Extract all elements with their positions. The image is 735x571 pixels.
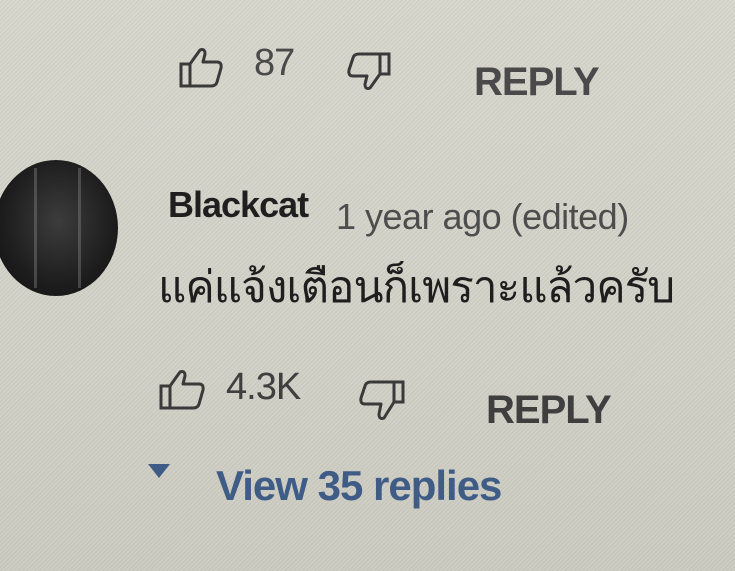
view-replies-toggle[interactable]: View 35 replies	[142, 456, 562, 536]
comment-author[interactable]: Blackcat	[168, 184, 309, 226]
avatar[interactable]	[0, 160, 118, 296]
caret-down-icon	[146, 462, 172, 480]
thumbs-up-icon[interactable]	[158, 368, 208, 410]
reply-button[interactable]: REPLY	[474, 60, 600, 105]
thumbs-down-icon[interactable]	[358, 378, 406, 422]
thumbs-down-icon[interactable]	[346, 50, 392, 92]
comment-text: แค่แจ้งเตือนก็เพราะแล้วครับ	[158, 262, 675, 313]
view-replies-label: View 35 replies	[216, 462, 502, 509]
like-count: 87	[254, 42, 295, 84]
comment-thread: 87 REPLY Blackcat 1 year ago (edited) แค…	[0, 0, 735, 571]
like-count: 4.3K	[226, 366, 301, 408]
comment-timestamp[interactable]: 1 year ago (edited)	[336, 196, 629, 238]
reply-button[interactable]: REPLY	[486, 388, 612, 433]
thumbs-up-icon[interactable]	[178, 46, 224, 88]
